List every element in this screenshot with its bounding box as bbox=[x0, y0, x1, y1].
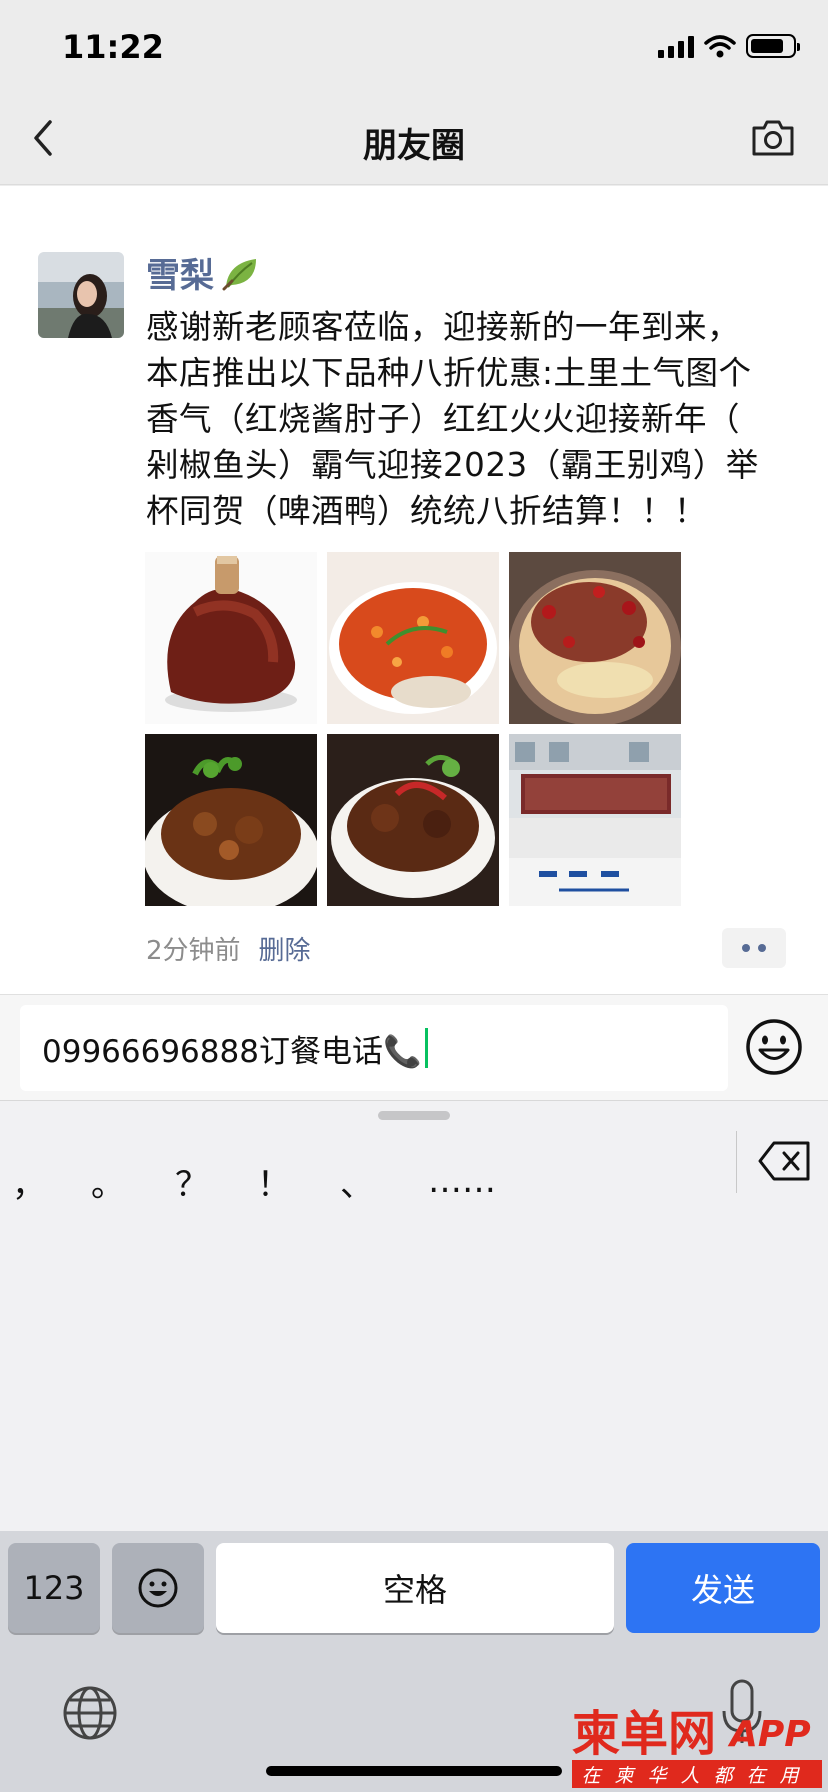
comment-text[interactable]: 09966696888订餐电话📞 bbox=[42, 1026, 422, 1071]
beer-duck-photo[interactable] bbox=[327, 734, 499, 906]
punct-key-exclamation[interactable]: ！ bbox=[226, 1157, 322, 1206]
restaurant-storefront-photo[interactable] bbox=[509, 734, 681, 906]
comment-bar: 09966696888订餐电话📞 bbox=[0, 994, 828, 1100]
cellular-signal-icon bbox=[658, 34, 694, 58]
delete-link[interactable]: 删除 bbox=[259, 930, 311, 967]
punct-key-period[interactable]: 。 bbox=[58, 1157, 158, 1206]
punct-key-enum-comma[interactable]: 、 bbox=[322, 1157, 392, 1206]
photo-grid bbox=[145, 552, 685, 906]
send-button[interactable]: 发送 bbox=[626, 1543, 820, 1633]
watermark-slogan: 在柬华人都在用 bbox=[572, 1760, 822, 1788]
keyboard: ， 。 ？ ！ 、 …… 123 空格 发送 bbox=[0, 1100, 828, 1792]
numbers-key[interactable]: 123 bbox=[8, 1543, 100, 1633]
svg-text:APP: APP bbox=[727, 1714, 811, 1755]
punctuation-row: ， 。 ？ ！ 、 …… bbox=[0, 1141, 740, 1221]
smiley-icon bbox=[138, 1568, 178, 1608]
globe-icon[interactable] bbox=[62, 1685, 118, 1741]
braised-pork-knuckle-photo[interactable] bbox=[145, 552, 317, 724]
backspace-icon[interactable] bbox=[758, 1139, 812, 1183]
status-icons bbox=[658, 34, 800, 58]
braised-duck-photo[interactable] bbox=[145, 734, 317, 906]
page-title: 朋友圈 bbox=[363, 126, 465, 166]
moments-post: 雪梨 感谢新老顾客莅临，迎接新的一年到来， 本店推出以下品种八折优惠:土里土气图… bbox=[0, 186, 828, 994]
text-caret bbox=[424, 1028, 428, 1068]
divider bbox=[736, 1131, 737, 1193]
post-time: 2分钟前 bbox=[146, 936, 241, 966]
leaf-icon bbox=[222, 258, 256, 290]
chopped-pepper-fish-head-photo[interactable] bbox=[327, 552, 499, 724]
punct-key-question[interactable]: ？ bbox=[158, 1157, 226, 1206]
space-key[interactable]: 空格 bbox=[216, 1543, 614, 1633]
camera-icon[interactable] bbox=[750, 118, 796, 158]
top-bar: 11:22 朋友圈 bbox=[0, 0, 828, 185]
svg-text:柬单网: 柬单网 bbox=[572, 1706, 716, 1760]
post-text: 感谢新老顾客莅临，迎接新的一年到来， 本店推出以下品种八折优惠:土里土气图个 香… bbox=[146, 308, 759, 530]
emoji-key[interactable] bbox=[112, 1543, 204, 1633]
author-name[interactable]: 雪梨 bbox=[146, 248, 262, 297]
avatar[interactable] bbox=[38, 252, 124, 338]
battery-icon bbox=[746, 34, 800, 58]
wifi-icon bbox=[704, 35, 736, 58]
spicy-chicken-bowl-photo[interactable] bbox=[509, 552, 681, 724]
comment-input[interactable]: 09966696888订餐电话📞 bbox=[20, 1005, 728, 1091]
keyboard-handle[interactable] bbox=[378, 1111, 450, 1120]
punct-key-ellipsis[interactable]: …… bbox=[392, 1161, 532, 1201]
watermark-logo: 柬单网 APP bbox=[572, 1706, 811, 1760]
dot-icon bbox=[742, 944, 750, 952]
status-time: 11:22 bbox=[62, 28, 164, 66]
home-indicator[interactable] bbox=[266, 1766, 562, 1776]
punct-key-comma[interactable]: ， bbox=[0, 1157, 58, 1206]
watermark: 柬单网 APP 在柬华人都在用 bbox=[570, 1700, 828, 1792]
emoji-toggle-icon[interactable] bbox=[744, 1017, 804, 1077]
post-meta: 2分钟前 删除 bbox=[146, 930, 311, 967]
dot-icon bbox=[758, 944, 766, 952]
more-actions-button[interactable] bbox=[722, 928, 786, 968]
